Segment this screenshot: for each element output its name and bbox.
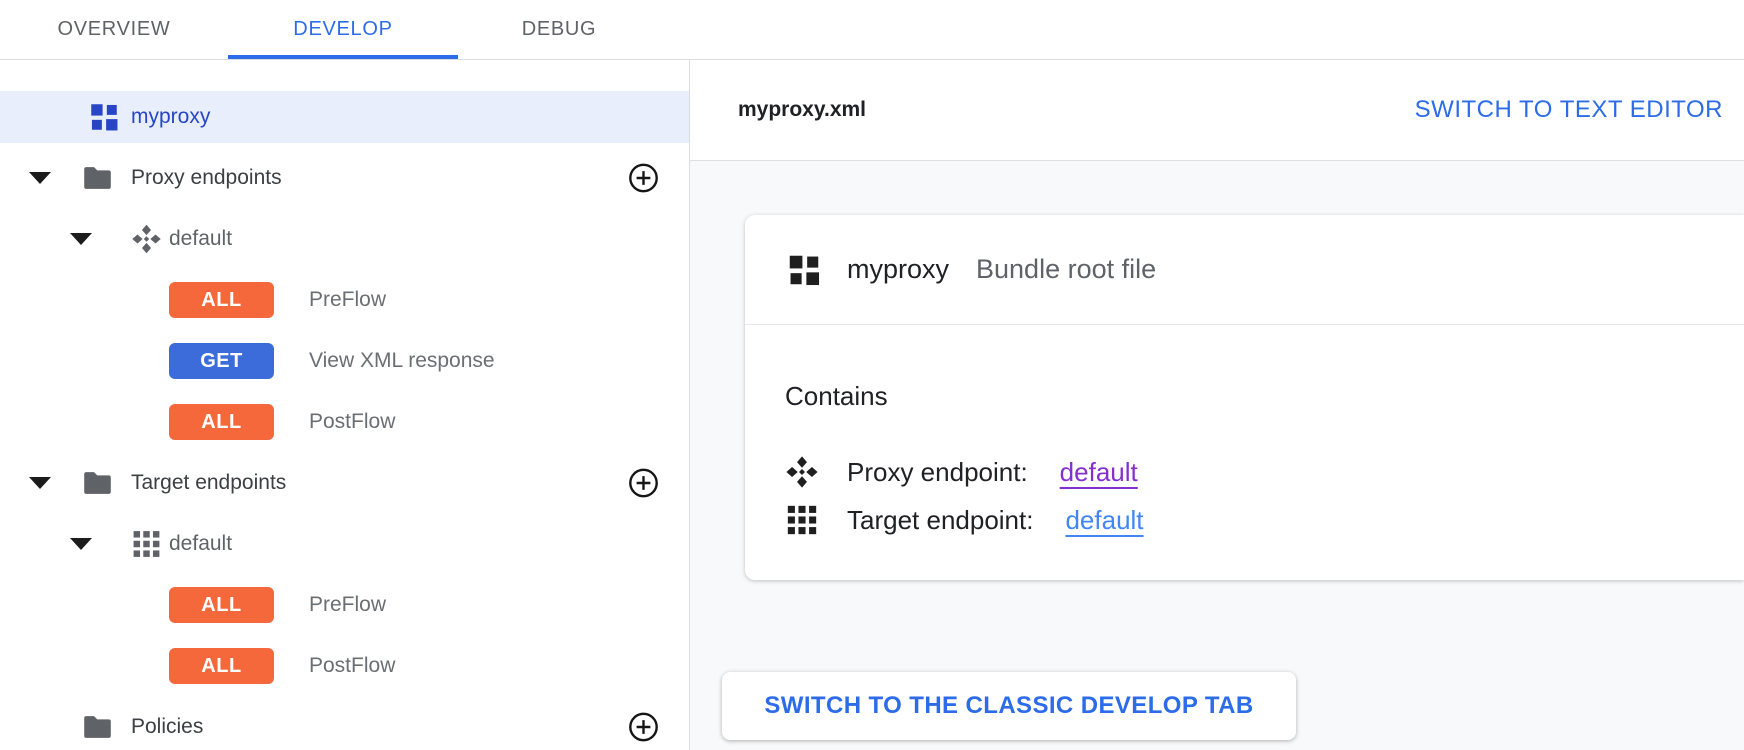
tree-item-label: default <box>169 532 232 556</box>
tree-item-label: Proxy endpoints <box>131 166 282 190</box>
tree-item-label: myproxy <box>131 105 210 129</box>
tree-item-label: PreFlow <box>309 593 386 617</box>
bundle-card-body: Contains Proxy endpoint:defaultTarget en… <box>745 325 1744 540</box>
add-policies-button[interactable] <box>628 712 659 743</box>
tree-item-all-postflow[interactable]: ALL PostFlow <box>0 396 689 448</box>
caret-down-icon[interactable] <box>69 232 93 246</box>
target-endpoint-default-link[interactable]: default <box>1065 505 1143 536</box>
folder-icon[interactable] <box>83 166 112 191</box>
contains-row-target-endpoint: Target endpoint: default <box>785 500 1704 540</box>
bundle-title: myproxy <box>847 254 949 285</box>
target-endpoint-icon[interactable] <box>785 503 819 537</box>
method-badge: ALL <box>169 282 274 318</box>
editor-header: myproxy.xml SWITCH TO TEXT EDITOR <box>690 60 1744 161</box>
tree-item-label: View XML response <box>309 349 495 373</box>
tree-item-label: PostFlow <box>309 654 395 678</box>
tree-item-label: PostFlow <box>309 410 395 434</box>
contains-row-proxy-endpoint: Proxy endpoint: default <box>785 452 1704 492</box>
editor-content: myproxy Bundle root file Contains Proxy … <box>690 161 1744 750</box>
tree-item-myproxy[interactable]: myproxy <box>0 91 689 143</box>
tree-item-target-endpoints[interactable]: Target endpoints <box>0 457 689 509</box>
tab-debug[interactable]: DEBUG <box>458 0 660 59</box>
folder-icon[interactable] <box>83 471 112 496</box>
tree-item-label: Target endpoints <box>131 471 286 495</box>
page-body: myproxy Proxy endpoints default ALL PreFlow G… <box>0 60 1744 750</box>
target-endpoint-icon[interactable] <box>131 529 162 560</box>
bundle-icon <box>785 251 823 289</box>
bundle-subtitle: Bundle root file <box>976 254 1156 285</box>
tree-item-policies[interactable]: Policies <box>0 701 689 750</box>
method-badge: ALL <box>169 648 274 684</box>
tree-item-label: PreFlow <box>309 288 386 312</box>
bundle-icon[interactable] <box>87 100 121 134</box>
caret-down-icon[interactable] <box>28 476 52 490</box>
editor-panel: myproxy.xml SWITCH TO TEXT EDITOR myprox… <box>690 60 1744 750</box>
bundle-card-header: myproxy Bundle root file <box>745 215 1744 325</box>
tree-item-all-preflow[interactable]: ALL PreFlow <box>0 579 689 631</box>
method-badge: ALL <box>169 404 274 440</box>
switch-to-classic-develop-tab-button[interactable]: SWITCH TO THE CLASSIC DEVELOP TAB <box>722 672 1296 740</box>
proxy-endpoint-icon[interactable] <box>131 224 162 255</box>
tree-item-proxy-endpoints[interactable]: Proxy endpoints <box>0 152 689 204</box>
bundle-summary-card: myproxy Bundle root file Contains Proxy … <box>745 215 1744 580</box>
tree-item-default[interactable]: default <box>0 213 689 265</box>
folder-icon[interactable] <box>83 715 112 740</box>
tab-bar: OVERVIEWDEVELOPDEBUG <box>0 0 1744 60</box>
add-target-endpoints-button[interactable] <box>628 468 659 499</box>
contains-row-label: Target endpoint: <box>847 505 1033 536</box>
caret-down-icon[interactable] <box>28 171 52 185</box>
caret-down-icon[interactable] <box>69 537 93 551</box>
tree-item-all-preflow[interactable]: ALL PreFlow <box>0 274 689 326</box>
contains-row-label: Proxy endpoint: <box>847 457 1028 488</box>
tree-item-default[interactable]: default <box>0 518 689 570</box>
tree-item-label: Policies <box>131 715 203 739</box>
tree-item-get-view-xml-response[interactable]: GET View XML response <box>0 335 689 387</box>
active-tab-underline <box>228 55 458 59</box>
tab-overview[interactable]: OVERVIEW <box>0 0 228 59</box>
tab-develop[interactable]: DEVELOP <box>228 0 458 59</box>
proxy-endpoint-icon[interactable] <box>785 455 819 489</box>
tree-item-all-postflow[interactable]: ALL PostFlow <box>0 640 689 692</box>
tree-item-label: default <box>169 227 232 251</box>
proxy-endpoint-default-link[interactable]: default <box>1060 457 1138 488</box>
switch-to-text-editor-button[interactable]: SWITCH TO TEXT EDITOR <box>1415 96 1723 124</box>
contains-heading: Contains <box>785 381 1704 412</box>
method-badge: ALL <box>169 587 274 623</box>
contains-list: Proxy endpoint: default Target endpoint: de… <box>785 452 1704 540</box>
file-title: myproxy.xml <box>738 98 866 122</box>
proxy-tree-sidebar: myproxy Proxy endpoints default ALL PreFlow G… <box>0 60 690 750</box>
add-proxy-endpoints-button[interactable] <box>628 163 659 194</box>
method-badge: GET <box>169 343 274 379</box>
apigee-develop-page: OVERVIEWDEVELOPDEBUG myproxy Proxy endpoi… <box>0 0 1744 750</box>
